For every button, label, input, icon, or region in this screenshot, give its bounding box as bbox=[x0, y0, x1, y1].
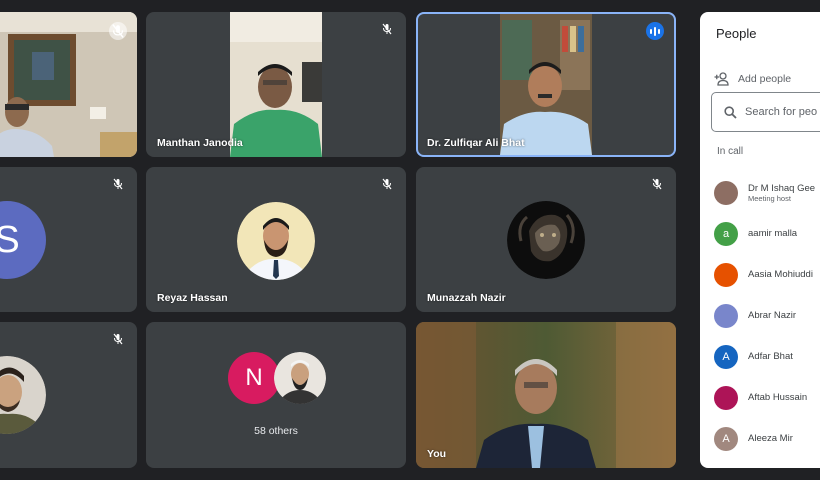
participant-text: aamir malla bbox=[748, 228, 797, 239]
participant-avatar bbox=[0, 356, 46, 434]
people-panel: People Add people Search for peo In call… bbox=[700, 12, 820, 468]
participant-avatar: S bbox=[0, 201, 46, 279]
participant-row[interactable]: a aamir malla bbox=[714, 213, 820, 254]
participant-row[interactable]: Dr M Ishaq Gee Meeting host bbox=[714, 172, 820, 213]
section-heading: In call bbox=[717, 146, 744, 157]
mic-off-icon bbox=[382, 178, 392, 190]
participant-name: Manthan Janodia bbox=[157, 137, 243, 149]
participant-row-name: Dr M Ishaq Gee bbox=[748, 182, 816, 194]
participant-avatar: a bbox=[714, 221, 738, 246]
participant-row-name: Aasia Mohiuddi bbox=[748, 269, 813, 280]
participant-name: Munazzah Nazir bbox=[427, 292, 506, 304]
participant-name: You bbox=[427, 448, 447, 460]
others-avatar-n: N bbox=[228, 352, 280, 404]
mic-off-icon bbox=[109, 22, 127, 40]
search-input[interactable]: Search for peo bbox=[711, 92, 820, 132]
self-video bbox=[416, 322, 676, 468]
speaking-indicator-icon bbox=[646, 22, 664, 40]
panel-title: People bbox=[716, 26, 757, 41]
participant-text: Abrar Nazir bbox=[748, 310, 796, 321]
video-tile-reyaz[interactable]: Reyaz Hassan bbox=[146, 167, 406, 312]
participant-row[interactable]: A Adfar Bhat bbox=[714, 336, 820, 377]
participant-avatar: A bbox=[714, 426, 738, 451]
others-avatar-photo bbox=[274, 352, 326, 404]
video-tile-7[interactable] bbox=[0, 322, 137, 468]
participant-row[interactable]: Aasia Mohiuddi bbox=[714, 254, 820, 295]
avatar-initial: N bbox=[245, 364, 263, 391]
participant-text: Adfar Bhat bbox=[748, 351, 793, 362]
mic-off-icon bbox=[652, 178, 662, 190]
participant-row[interactable]: A Aleeza Mir bbox=[714, 418, 820, 459]
participant-avatar bbox=[507, 201, 585, 279]
video-tile-1[interactable] bbox=[0, 12, 137, 157]
participant-role: Meeting host bbox=[748, 193, 791, 203]
participant-avatar: A bbox=[714, 344, 738, 369]
participant-avatar bbox=[714, 262, 738, 287]
participant-avatar bbox=[714, 180, 738, 205]
avatar-initial: a bbox=[722, 227, 730, 240]
video-tile-zulfiqar[interactable]: Dr. Zulfiqar Ali Bhat bbox=[416, 12, 676, 157]
participant-video bbox=[500, 14, 592, 155]
video-tile-s[interactable]: S bbox=[0, 167, 137, 312]
participant-row-name: Aleeza Mir bbox=[748, 433, 793, 444]
mic-off-icon bbox=[113, 333, 123, 345]
mic-off-icon bbox=[382, 23, 392, 35]
participant-row-name: Adfar Bhat bbox=[748, 351, 793, 362]
participant-list: Dr M Ishaq Gee Meeting host a aamir malla Aa… bbox=[714, 172, 820, 459]
participant-avatar bbox=[714, 303, 738, 328]
participant-avatar bbox=[237, 202, 315, 280]
search-icon bbox=[724, 105, 737, 119]
participant-row[interactable]: Aftab Hussain bbox=[714, 377, 820, 418]
participant-text: Dr M Ishaq Gee Meeting host bbox=[748, 183, 815, 203]
participant-row[interactable]: Abrar Nazir bbox=[714, 295, 820, 336]
add-people-label: Add people bbox=[738, 73, 792, 85]
participant-video bbox=[230, 12, 322, 157]
participant-text: Aftab Hussain bbox=[748, 392, 807, 403]
video-tile-you[interactable]: You bbox=[416, 322, 676, 468]
avatar-initial: S bbox=[0, 218, 20, 261]
participant-name: Reyaz Hassan bbox=[157, 292, 228, 304]
participant-row-name: Aftab Hussain bbox=[748, 392, 808, 403]
add-people-button[interactable]: Add people bbox=[714, 72, 791, 86]
others-count: 58 others bbox=[254, 425, 298, 437]
participant-row-name: Abrar Nazir bbox=[748, 310, 797, 321]
participant-text: Aasia Mohiuddi bbox=[748, 269, 813, 280]
participant-name: Dr. Zulfiqar Ali Bhat bbox=[427, 137, 525, 149]
avatar-initial: A bbox=[722, 432, 730, 445]
mic-off-icon bbox=[113, 178, 123, 190]
participant-row-name: aamir malla bbox=[748, 228, 798, 239]
search-placeholder: Search for peo bbox=[745, 106, 818, 118]
participant-text: Aleeza Mir bbox=[748, 433, 793, 444]
avatar-initial: A bbox=[722, 350, 730, 363]
others-tile[interactable]: N 58 others bbox=[146, 322, 406, 468]
video-tile-manthan[interactable]: Manthan Janodia bbox=[146, 12, 406, 157]
add-person-icon bbox=[714, 72, 729, 86]
participant-avatar bbox=[714, 385, 738, 410]
video-tile-munazzah[interactable]: Munazzah Nazir bbox=[416, 167, 676, 312]
